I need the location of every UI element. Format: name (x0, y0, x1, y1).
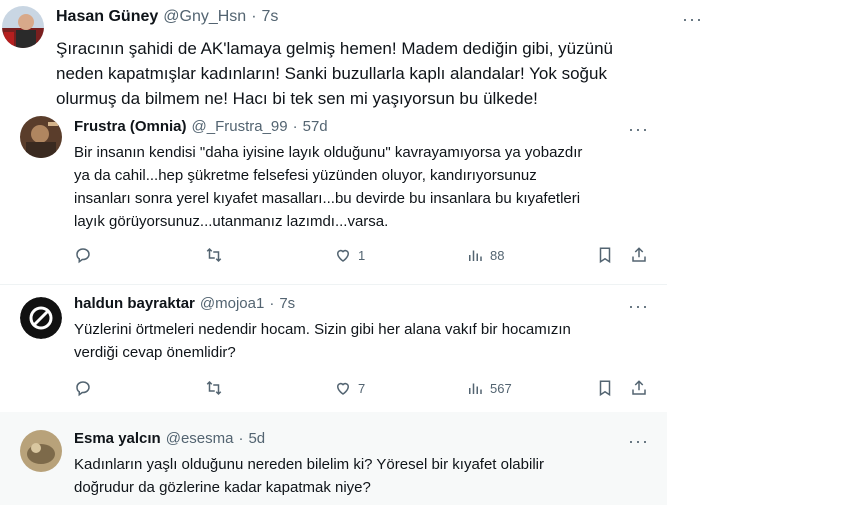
separator-dot: · (251, 8, 257, 25)
reply-timestamp[interactable]: 7s (279, 295, 295, 312)
bookmark-icon (599, 380, 611, 397)
like-button[interactable]: 7 (334, 379, 365, 397)
text-line: Bir insanın kendisi "daha iyisine layık … (74, 144, 583, 161)
reply-header: Frustra (Omnia) @_Frustra_99 · 57d (74, 118, 328, 135)
reply-text: Kadınların yaşlı olduğunu nereden bileli… (74, 453, 664, 499)
reply-author-handle[interactable]: @esesma (166, 430, 234, 447)
bookmark-button[interactable] (596, 379, 614, 397)
views-button[interactable]: 88 (466, 246, 504, 264)
reply-text: Yüzlerini örtmeleri nedendir hocam. Sizi… (74, 318, 664, 364)
retweet-button[interactable] (204, 379, 224, 397)
more-icon[interactable]: ··· (628, 120, 649, 138)
avatar-frustra[interactable] (20, 116, 62, 158)
like-icon (336, 382, 350, 395)
views-button[interactable]: 567 (466, 379, 512, 397)
retweet-icon (206, 247, 222, 263)
reply-timestamp[interactable]: 5d (248, 430, 265, 447)
views-icon (469, 250, 482, 261)
share-button[interactable] (630, 246, 648, 264)
reply-esma[interactable]: Esma yalcın @esesma · 5d ··· Kadınların … (0, 412, 667, 505)
reply-frustra[interactable]: Frustra (Omnia) @_Frustra_99 · 57d ··· B… (0, 108, 667, 278)
separator-dot: · (292, 118, 298, 135)
text-line: layık görüyorsunuz...utanmanız lazımdı..… (74, 213, 389, 230)
reply-timestamp[interactable]: 57d (303, 118, 328, 135)
main-tweet-text: Şıracının şahidi de AK'lamaya gelmiş hem… (56, 36, 726, 111)
reply-button[interactable] (74, 246, 92, 264)
like-icon (336, 249, 350, 262)
like-count: 7 (358, 380, 366, 396)
avatar-haldun[interactable] (20, 297, 62, 339)
separator-dot: · (269, 295, 275, 312)
reply-text: Bir insanın kendisi "daha iyisine layık … (74, 141, 664, 233)
views-count: 567 (490, 380, 512, 396)
text-line: doğrudur da gözlerine kadar kapatmak niy… (74, 479, 371, 496)
main-tweet[interactable]: Hasan Güney @Gny_Hsn · 7s ··· Şıracının … (0, 0, 727, 112)
text-line: ya da cahil...hep şükretme felsefesi yüz… (74, 167, 537, 184)
reply-author-handle[interactable]: @_Frustra_99 (192, 118, 288, 135)
text-line: Kadınların yaşlı olduğunu nereden bileli… (74, 456, 544, 473)
share-icon (632, 247, 646, 262)
more-icon[interactable]: ··· (628, 432, 649, 450)
more-icon[interactable]: ··· (628, 297, 649, 315)
text-line: verdiği cevap önemlidir? (74, 344, 236, 361)
retweet-icon (206, 380, 222, 396)
author-handle[interactable]: @Gny_Hsn (163, 8, 246, 26)
reply-haldun[interactable]: haldun bayraktar @mojoa1 · 7s ··· Yüzler… (0, 285, 667, 415)
text-line: Şıracının şahidi de AK'lamaya gelmiş hem… (56, 39, 613, 58)
text-line: insanları sonra yerel kıyafet masalları.… (74, 190, 581, 207)
reply-icon (76, 248, 90, 264)
avatar-hasan[interactable] (2, 6, 44, 48)
reply-author-handle[interactable]: @mojoa1 (200, 295, 264, 312)
bookmark-button[interactable] (596, 246, 614, 264)
reply-author-name[interactable]: haldun bayraktar (74, 295, 195, 312)
share-button[interactable] (630, 379, 648, 397)
reply-author-name[interactable]: Frustra (Omnia) (74, 118, 187, 135)
views-count: 88 (490, 247, 505, 263)
avatar-esma[interactable] (20, 430, 62, 472)
text-line: neden kapatmışlar kadınların! Sanki buzu… (56, 64, 607, 83)
more-icon[interactable]: ··· (682, 10, 703, 28)
like-count: 1 (358, 247, 366, 263)
share-icon (632, 380, 646, 395)
main-tweet-header: Hasan Güney @Gny_Hsn · 7s (56, 8, 278, 26)
bookmark-icon (599, 247, 611, 264)
views-icon (469, 383, 482, 394)
reply-actions: 1 88 (74, 246, 654, 266)
reply-actions: 7 567 (74, 379, 654, 399)
author-name[interactable]: Hasan Güney (56, 8, 158, 26)
like-button[interactable]: 1 (334, 246, 365, 264)
reply-author-name[interactable]: Esma yalcın (74, 430, 161, 447)
tweet-timestamp[interactable]: 7s (262, 8, 279, 26)
separator-dot: · (238, 430, 244, 447)
reply-icon (76, 381, 90, 397)
text-line: Yüzlerini örtmeleri nedendir hocam. Sizi… (74, 321, 571, 338)
reply-button[interactable] (74, 379, 92, 397)
retweet-button[interactable] (204, 246, 224, 264)
reply-header: haldun bayraktar @mojoa1 · 7s (74, 295, 295, 312)
reply-header: Esma yalcın @esesma · 5d (74, 430, 265, 447)
